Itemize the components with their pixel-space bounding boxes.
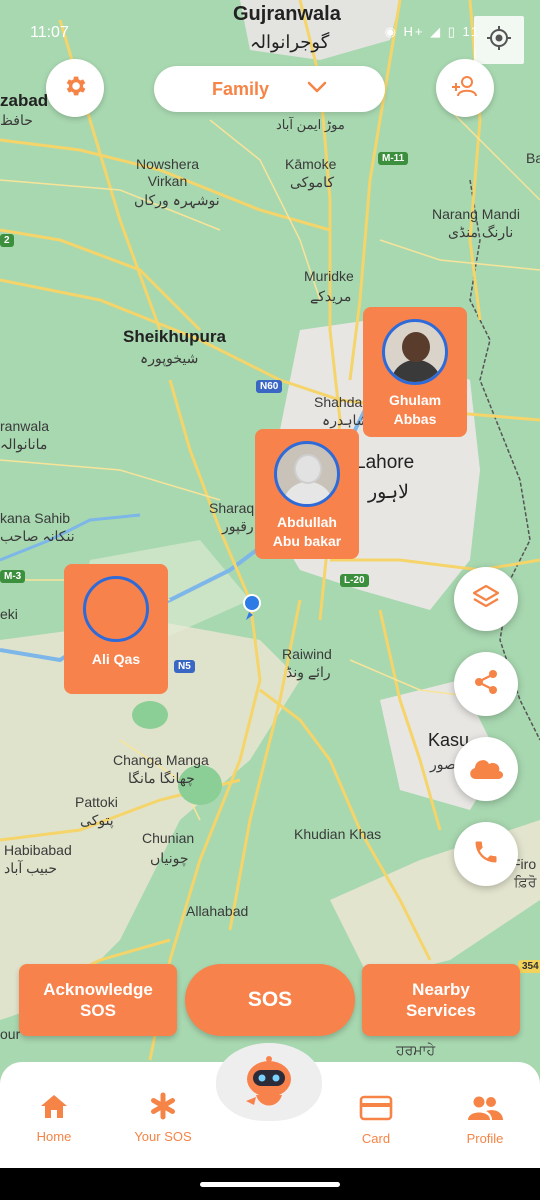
- map-label-habibabad-urdu: حبیب آباد: [4, 860, 58, 876]
- family-select-value: Family: [211, 78, 270, 99]
- map-label-harmahe: ਹਰਮਾਹੇ: [396, 1042, 436, 1058]
- asterisk-icon: [149, 1092, 177, 1123]
- status-bar: 11:07 ◉ H+ ◢ ▯ 11: [0, 0, 540, 64]
- map-label-manawala: ranwala: [0, 418, 50, 434]
- map-label-narang: Narang Mandi: [432, 206, 520, 222]
- map-label-hafizabad: zabad: [0, 91, 49, 110]
- map-label-raiwind: Raiwind: [282, 646, 332, 662]
- map-label-firozpur-punjabi: ਫ਼ਿਰੋ: [514, 874, 537, 890]
- road-badge-l20: L-20: [340, 574, 369, 587]
- acknowledge-sos-button[interactable]: Acknowledge SOS: [19, 964, 177, 1036]
- member-card-ali[interactable]: Ali Qas: [64, 564, 168, 694]
- map-label-kamoke: Kāmoke: [285, 156, 337, 172]
- map-label-muridke-urdu: مریدکے: [310, 288, 352, 304]
- map-label-moza-aimen: موڑ ایمن آباد: [276, 117, 345, 132]
- nav-your-sos-label: Your SOS: [134, 1129, 192, 1144]
- map-label-sharaqpur-urdu: رقپور: [222, 518, 254, 534]
- nav-your-sos[interactable]: Your SOS: [118, 1092, 208, 1144]
- map-label-allahabad: Allahabad: [186, 903, 249, 919]
- robot-icon: [216, 1056, 322, 1125]
- family-group-select[interactable]: Family: [154, 66, 385, 112]
- status-icons: ◉ H+ ◢ ▯ 11: [384, 24, 480, 39]
- nav-card-label: Card: [361, 1131, 391, 1146]
- nav-profile-label: Profile: [466, 1131, 504, 1146]
- add-member-button[interactable]: [436, 59, 494, 117]
- gear-icon: [62, 73, 88, 104]
- weather-button[interactable]: [454, 737, 518, 801]
- map-label-changa-manga: Changa Manga: [113, 752, 209, 768]
- map-label-sharaqpur: Sharaq: [209, 500, 255, 516]
- share-icon: [471, 667, 501, 702]
- member-avatar: [83, 576, 149, 642]
- member-name: Ali Qas: [91, 651, 141, 667]
- sos-button[interactable]: SOS: [185, 964, 355, 1036]
- map-layers-button[interactable]: [454, 567, 518, 631]
- member-avatar: [274, 441, 340, 507]
- phone-icon: [472, 838, 500, 871]
- map-label-our: our: [0, 1026, 21, 1042]
- map-label-raiwind-urdu: رائے ونڈ: [286, 664, 331, 680]
- map-label-muridke: Muridke: [304, 268, 354, 284]
- map-label-lahore-urdu: لاہور: [368, 482, 409, 503]
- layers-icon: [471, 582, 501, 617]
- share-location-button[interactable]: [454, 652, 518, 716]
- chevron-down-icon: [307, 80, 327, 98]
- map-label-eki: eki: [0, 606, 18, 622]
- map-label-sheikhupura: Sheikhupura: [123, 327, 226, 346]
- nav-home[interactable]: Home: [9, 1092, 99, 1144]
- call-button[interactable]: [454, 822, 518, 886]
- map-label-shahdara-urdu: شاہدرہ: [322, 412, 369, 428]
- map-label-khudian: Khudian Khas: [294, 826, 382, 842]
- map-label-nowshera: Nowshera Virkan: [136, 156, 200, 189]
- member-card-abdullah[interactable]: Abdullah Abu bakar: [255, 429, 359, 559]
- add-user-icon: [451, 72, 479, 105]
- credit-card-icon: [359, 1095, 393, 1125]
- road-badge-m11: M-11: [378, 152, 409, 165]
- map-label-lahore: Lahore: [355, 452, 415, 473]
- settings-button[interactable]: [46, 59, 104, 117]
- map-label-habibabad: Habibabad: [4, 842, 72, 858]
- map-label-chunian-urdu: چونیاں: [150, 850, 189, 866]
- nav-home-label: Home: [36, 1129, 72, 1144]
- map-label-nankana: kana Sahib: [0, 510, 71, 526]
- member-avatar: [382, 319, 448, 385]
- map-label-nankana-urdu: ننکانہ صاحب: [0, 528, 75, 544]
- road-badge-2: 2: [0, 234, 14, 247]
- road-badge-354: 354: [518, 960, 540, 973]
- map-label-sheikhupura-urdu: شیخوپورہ: [140, 350, 199, 366]
- home-icon: [39, 1095, 69, 1123]
- nearby-services-button[interactable]: Nearby Services: [362, 964, 520, 1036]
- my-location-button[interactable]: [474, 16, 524, 64]
- map-label-chunian: Chunian: [142, 830, 195, 846]
- map-label-changa-manga-urdu: چھانگا مانگا: [128, 770, 195, 786]
- map-label-ba: Ba: [526, 150, 540, 166]
- member-name: Abdullah Abu bakar: [272, 514, 342, 549]
- member-card-ghulam[interactable]: Ghulam Abbas: [363, 307, 467, 437]
- road-badge-n60: N60: [256, 380, 283, 393]
- assistant-bot-button[interactable]: [216, 1043, 322, 1121]
- member-name: Ghulam Abbas: [388, 392, 442, 427]
- road-badge-m3: M-3: [0, 570, 26, 583]
- cloud-icon: [466, 753, 506, 786]
- road-badge-n5: N5: [174, 660, 195, 673]
- map-label-nowshera-urdu: نوشہرہ ورکاں: [134, 192, 220, 208]
- map-label-pattoki: Pattoki: [75, 794, 118, 810]
- crosshair-icon: [485, 24, 513, 57]
- map-label-hafizabad-urdu: حافظ: [0, 112, 33, 128]
- group-icon: [466, 1096, 504, 1125]
- nav-card[interactable]: Card: [331, 1094, 421, 1146]
- map-label-kamoke-urdu: کاموکی: [290, 174, 334, 190]
- map-label-shahdara: Shahdar: [314, 394, 367, 410]
- nav-profile[interactable]: Profile: [440, 1094, 530, 1146]
- status-time: 11:07: [30, 24, 69, 41]
- home-indicator[interactable]: [200, 1182, 340, 1187]
- map-label-manawala-urdu: مانانوالہ: [0, 436, 48, 452]
- map-label-narang-urdu: نارنگ منڈی: [448, 224, 514, 240]
- map-label-pattoki-urdu: پتوکی: [80, 812, 114, 828]
- app-screen: Gujranwala گوجرانوالہ zabad حافظ موڑ ایم…: [0, 0, 540, 1200]
